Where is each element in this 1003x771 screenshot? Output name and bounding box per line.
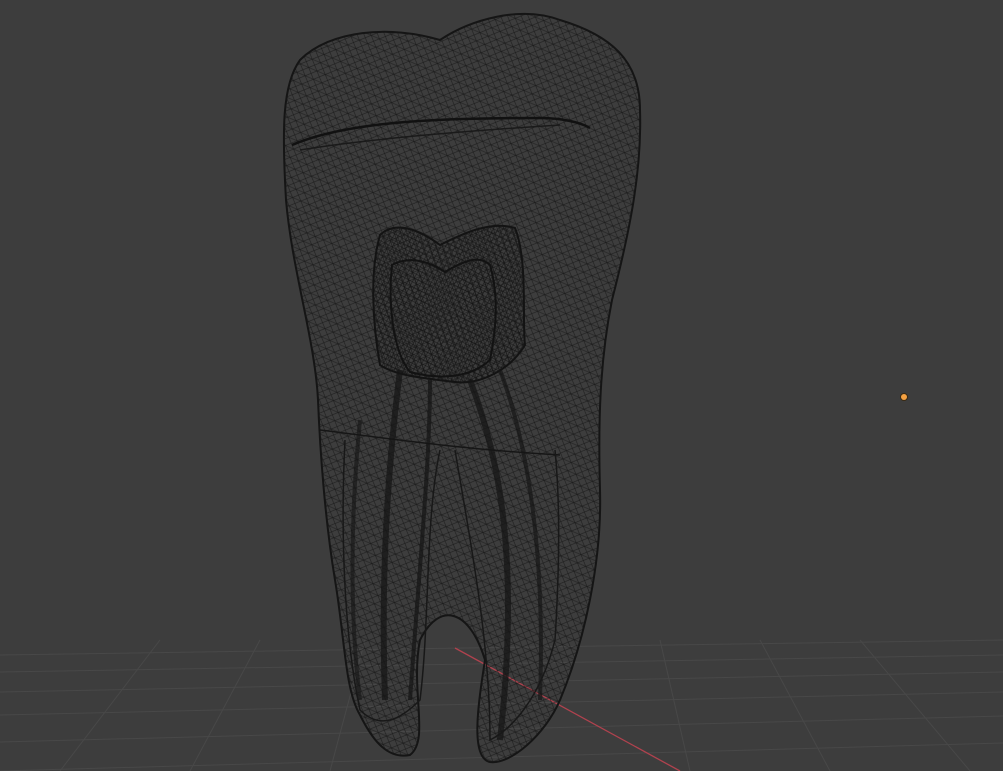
viewport-canvas[interactable] <box>0 0 1003 771</box>
3d-viewport[interactable] <box>0 0 1003 771</box>
light-origin-point[interactable] <box>901 394 907 400</box>
